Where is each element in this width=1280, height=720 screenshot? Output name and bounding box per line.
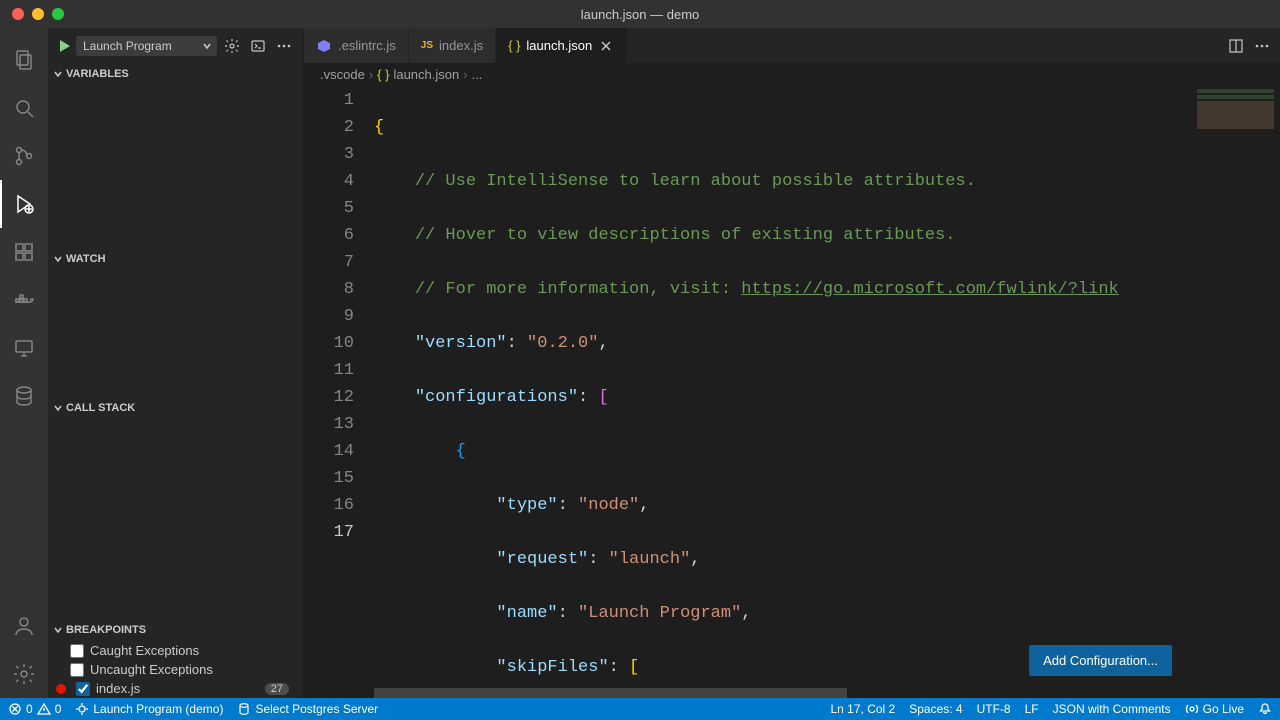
add-configuration-button[interactable]: Add Configuration... [1029,645,1172,676]
accounts-icon[interactable] [0,602,48,650]
callstack-label: CALL STACK [66,402,135,414]
status-cursor-pos[interactable]: Ln 17, Col 2 [831,702,896,716]
debug-icon [75,702,89,716]
chevron-down-icon [52,68,64,80]
editor-area: .eslintrc.js JS index.js { } launch.json [304,28,1280,698]
chevron-down-icon [52,624,64,636]
source-control-icon[interactable] [0,132,48,180]
database-icon[interactable] [0,372,48,420]
error-icon [8,702,22,716]
callstack-section-header[interactable]: CALL STACK [48,397,303,419]
breadcrumb-folder[interactable]: .vscode [320,67,365,82]
debug-sidebar: Launch Program VARIABLES [48,28,304,698]
breakpoint-dot-icon [56,684,66,694]
tab-indexjs[interactable]: JS index.js [409,28,496,63]
broadcast-icon [1185,702,1199,716]
database-icon [237,702,251,716]
status-indent[interactable]: Spaces: 4 [909,702,962,716]
status-golive[interactable]: Go Live [1185,702,1244,716]
window-controls [0,8,64,20]
breadcrumb-separator: › [463,67,467,82]
settings-gear-icon[interactable] [0,650,48,698]
minimize-window-button[interactable] [32,8,44,20]
explorer-icon[interactable] [0,36,48,84]
window-title: launch.json — demo [581,7,700,22]
breakpoint-uncaught-exceptions[interactable]: Uncaught Exceptions [48,660,303,679]
status-debug-target[interactable]: Launch Program (demo) [75,702,223,716]
editor-body[interactable]: 1234 5678 9101112 13141516 17 { // Use I… [304,85,1280,698]
chevron-down-icon [52,253,64,265]
tab-eslintrc[interactable]: .eslintrc.js [304,28,409,63]
maximize-window-button[interactable] [52,8,64,20]
breakpoint-file-checkbox[interactable] [76,682,90,696]
chevron-down-icon [202,41,212,51]
breadcrumb-file[interactable]: launch.json [393,67,459,82]
debug-settings-gear-icon[interactable] [221,35,243,57]
extensions-icon[interactable] [0,228,48,276]
status-bar: 0 0 Launch Program (demo) Select Postgre… [0,698,1280,720]
code-content[interactable]: { // Use IntelliSense to learn about pos… [374,85,1280,698]
status-notifications[interactable] [1258,702,1272,716]
more-icon[interactable] [273,35,295,57]
uncaught-exceptions-checkbox[interactable] [70,663,84,677]
variables-label: VARIABLES [66,68,129,80]
watch-section-header[interactable]: WATCH [48,248,303,270]
more-actions-icon[interactable] [1254,38,1270,54]
titlebar: launch.json — demo [0,0,1280,28]
breakpoint-line-badge: 27 [265,683,289,695]
breakpoint-file-label: index.js [96,681,140,696]
debug-config-label: Launch Program [83,39,172,53]
watch-label: WATCH [66,253,106,265]
minimap[interactable] [1190,85,1280,698]
run-debug-icon[interactable] [0,180,48,228]
tab-label: index.js [439,38,483,53]
breakpoints-label: BREAKPOINTS [66,624,146,636]
status-language[interactable]: JSON with Comments [1053,702,1171,716]
search-icon[interactable] [0,84,48,132]
warning-icon [37,702,51,716]
status-eol[interactable]: LF [1025,702,1039,716]
line-gutter: 1234 5678 9101112 13141516 17 [304,85,374,698]
json-file-icon: { } [377,67,389,82]
debug-console-icon[interactable] [247,35,269,57]
breakpoints-section-header[interactable]: BREAKPOINTS [48,619,303,641]
docker-icon[interactable] [0,276,48,324]
debug-config-dropdown[interactable]: Launch Program [76,36,217,56]
caught-exceptions-label: Caught Exceptions [90,643,199,658]
scrollbar-thumb[interactable] [374,688,847,698]
breakpoint-file-row[interactable]: index.js 27 [48,679,303,698]
bell-icon [1258,702,1272,716]
eslint-file-icon [316,38,332,54]
remote-icon[interactable] [0,324,48,372]
chevron-down-icon [52,402,64,414]
breakpoint-caught-exceptions[interactable]: Caught Exceptions [48,641,303,660]
status-encoding[interactable]: UTF-8 [977,702,1011,716]
close-tab-icon[interactable] [598,38,614,54]
breadcrumb-separator: › [369,67,373,82]
status-postgres[interactable]: Select Postgres Server [237,702,378,716]
tab-launchjson[interactable]: { } launch.json [496,28,627,63]
activity-bar [0,28,48,698]
uncaught-exceptions-label: Uncaught Exceptions [90,662,213,677]
start-debug-button[interactable] [56,38,72,54]
caught-exceptions-checkbox[interactable] [70,644,84,658]
horizontal-scrollbar[interactable] [374,688,1190,698]
editor-tabs: .eslintrc.js JS index.js { } launch.json [304,28,1280,63]
close-window-button[interactable] [12,8,24,20]
breadcrumb-tail[interactable]: ... [472,67,483,82]
split-editor-icon[interactable] [1228,38,1244,54]
variables-section-header[interactable]: VARIABLES [48,63,303,85]
debug-toolbar: Launch Program [48,28,303,63]
status-problems[interactable]: 0 0 [8,702,61,716]
tab-label: launch.json [526,38,592,53]
json-file-icon: { } [508,38,520,53]
tab-label: .eslintrc.js [338,38,396,53]
breadcrumbs[interactable]: .vscode › { } launch.json › ... [304,63,1280,85]
js-file-icon: JS [421,40,433,51]
